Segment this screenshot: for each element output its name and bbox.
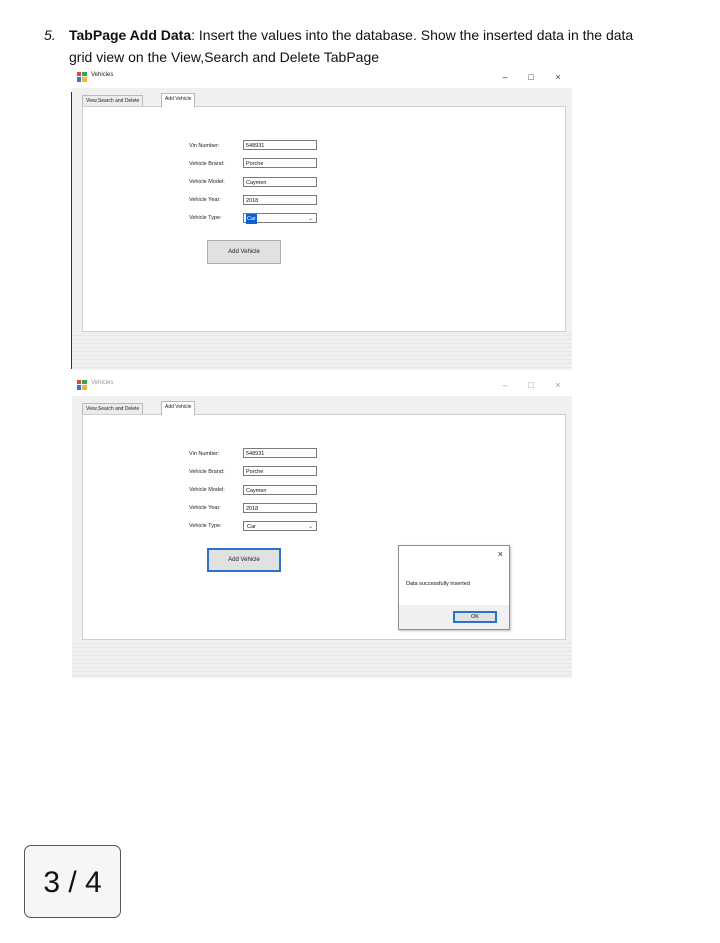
- app-icon: [77, 72, 87, 82]
- vin-input[interactable]: 548931: [243, 140, 317, 150]
- maximize-icon[interactable]: □: [524, 379, 538, 391]
- brand-input[interactable]: Porche: [243, 466, 317, 476]
- add-vehicle-panel: Vin Number: 548931 Vehicle Brand: Porche…: [82, 106, 566, 332]
- message-box-footer: OK: [399, 605, 509, 629]
- brand-input[interactable]: Porche: [243, 158, 317, 168]
- type-select[interactable]: Car ⌄: [243, 521, 317, 531]
- close-icon[interactable]: ×: [551, 379, 565, 391]
- model-label: Vehicle Model:: [189, 487, 225, 493]
- type-select[interactable]: Car ⌄: [243, 213, 317, 224]
- add-vehicle-button[interactable]: Add Vehicle: [207, 548, 281, 572]
- vin-input[interactable]: 548931: [243, 448, 317, 458]
- tab-add-vehicle[interactable]: Add Vehicle: [161, 93, 196, 108]
- year-label: Vehicle Year:: [189, 505, 221, 511]
- vehicles-window-1: Vehicles – □ × View,Search and Delete Ad…: [72, 68, 572, 370]
- add-vehicle-button[interactable]: Add Vehicle: [207, 240, 281, 264]
- model-input[interactable]: Caymen: [243, 485, 317, 495]
- chevron-down-icon[interactable]: ⌄: [308, 522, 313, 532]
- type-label: Vehicle Type:: [189, 215, 222, 221]
- message-box: × Data successfully inserted OK: [398, 545, 510, 630]
- model-input[interactable]: Caymen: [243, 177, 317, 187]
- instruction-bold-label: TabPage Add Data: [69, 27, 192, 43]
- vin-label: Vin Number:: [189, 143, 220, 149]
- tab-add-vehicle[interactable]: Add Vehicle: [161, 401, 196, 416]
- brand-label: Vehicle Brand:: [189, 469, 225, 475]
- close-icon[interactable]: ×: [551, 71, 565, 83]
- vin-label: Vin Number:: [189, 451, 220, 457]
- step-number: 5.: [44, 27, 56, 43]
- instruction-line-2: grid view on the View,Search and Delete …: [69, 49, 380, 65]
- year-input[interactable]: 2018: [243, 195, 317, 205]
- instruction-line-1: TabPage Add Data: Insert the values into…: [69, 24, 633, 46]
- type-label: Vehicle Type:: [189, 523, 222, 529]
- success-message: Data successfully inserted: [406, 581, 470, 587]
- page-margin-line: [71, 92, 72, 369]
- maximize-icon[interactable]: □: [524, 71, 538, 83]
- year-label: Vehicle Year:: [189, 197, 221, 203]
- vehicles-window-2: Vehicles – □ × View,Search and Delete Ad…: [72, 376, 572, 678]
- window-titlebar: Vehicles – □ ×: [72, 376, 572, 396]
- minimize-icon[interactable]: –: [498, 379, 512, 391]
- window-titlebar: Vehicles – □ ×: [72, 68, 572, 88]
- model-label: Vehicle Model:: [189, 179, 225, 185]
- window-background: [72, 640, 572, 678]
- type-select-value: Car: [246, 214, 257, 224]
- brand-label: Vehicle Brand:: [189, 161, 225, 167]
- year-input[interactable]: 2018: [243, 503, 317, 513]
- instruction-text-1: : Insert the values into the database. S…: [191, 27, 634, 43]
- app-icon: [77, 380, 87, 390]
- close-icon[interactable]: ×: [498, 549, 503, 559]
- minimize-icon[interactable]: –: [498, 71, 512, 83]
- ok-button[interactable]: OK: [453, 611, 497, 623]
- type-select-value: Car: [247, 524, 256, 530]
- window-background: [72, 332, 572, 370]
- window-title: Vehicles: [91, 380, 114, 386]
- page-indicator: 3 / 4: [24, 845, 121, 918]
- chevron-down-icon[interactable]: ⌄: [308, 214, 313, 224]
- window-title: Vehicles: [91, 72, 114, 78]
